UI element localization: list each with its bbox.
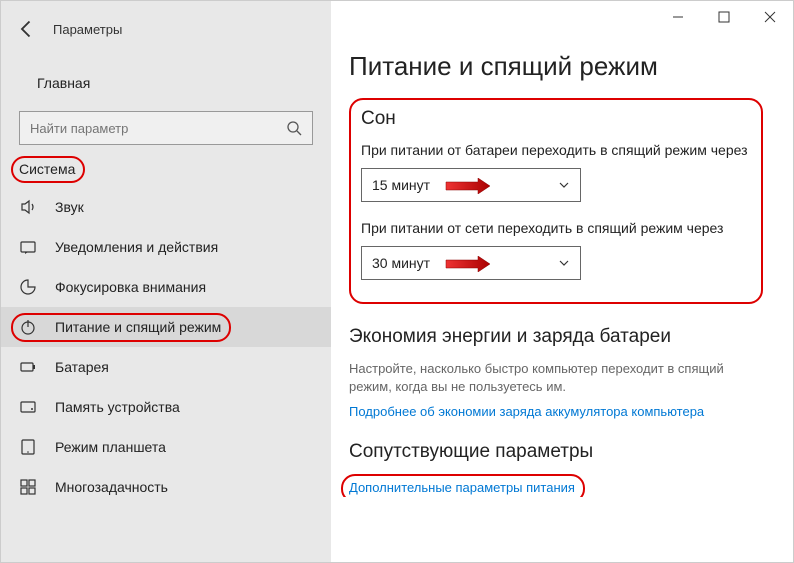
search-input[interactable] xyxy=(30,121,286,136)
storage-icon xyxy=(19,398,37,416)
power-icon xyxy=(19,318,37,336)
plugged-sleep-value: 30 минут xyxy=(372,255,430,271)
related-heading: Сопутствующие параметры xyxy=(349,441,763,463)
notifications-icon xyxy=(19,238,37,256)
nav-item-label: Питание и спящий режим xyxy=(55,319,221,335)
nav-item-label: Фокусировка внимания xyxy=(55,279,206,295)
app-title: Параметры xyxy=(53,22,122,37)
tablet-icon xyxy=(19,438,37,456)
search-box[interactable] xyxy=(19,111,313,145)
close-button[interactable] xyxy=(747,1,793,33)
plugged-sleep-dropdown[interactable]: 30 минут xyxy=(361,246,581,280)
nav-item-tablet[interactable]: Режим планшета xyxy=(1,427,331,467)
category-label: Система xyxy=(19,161,75,177)
nav-item-label: Батарея xyxy=(55,359,109,375)
nav-item-storage[interactable]: Память устройства xyxy=(1,387,331,427)
battery-sleep-dropdown[interactable]: 15 минут xyxy=(361,168,581,202)
search-icon xyxy=(286,120,302,136)
sound-icon xyxy=(19,198,37,216)
annotation-arrow xyxy=(444,178,492,194)
economy-heading: Экономия энергии и заряда батареи xyxy=(349,326,763,348)
multitask-icon xyxy=(19,478,37,496)
chevron-down-icon xyxy=(558,257,570,269)
back-button[interactable] xyxy=(17,19,37,39)
nav-list: Звук Уведомления и действия Фокусировка вн… xyxy=(1,187,331,507)
chevron-down-icon xyxy=(558,179,570,191)
arrow-left-icon xyxy=(17,19,37,39)
home-label: Главная xyxy=(37,75,90,91)
home-nav[interactable]: Главная xyxy=(1,65,331,101)
sidebar: Параметры Главная Система Звук Уведомлени… xyxy=(1,1,331,562)
nav-item-sound[interactable]: Звук xyxy=(1,187,331,227)
sleep-section: Сон При питании от батареи переходить в … xyxy=(349,98,763,304)
economy-desc: Настройте, насколько быстро компьютер пе… xyxy=(349,360,763,396)
nav-item-label: Звук xyxy=(55,199,84,215)
battery-icon xyxy=(19,358,37,376)
nav-item-label: Многозадачность xyxy=(55,479,168,495)
battery-sleep-label: При питании от батареи переходить в спящ… xyxy=(361,142,751,158)
annotation-arrow xyxy=(444,256,492,272)
minimize-icon xyxy=(672,11,684,23)
minimize-button[interactable] xyxy=(655,1,701,33)
sleep-heading: Сон xyxy=(361,108,751,130)
main-panel: Питание и спящий режим Сон При питании о… xyxy=(331,1,793,562)
nav-item-battery[interactable]: Батарея xyxy=(1,347,331,387)
nav-item-focus[interactable]: Фокусировка внимания xyxy=(1,267,331,307)
focus-icon xyxy=(19,278,37,296)
battery-sleep-value: 15 минут xyxy=(372,177,430,193)
maximize-icon xyxy=(718,11,730,23)
nav-item-notifications[interactable]: Уведомления и действия xyxy=(1,227,331,267)
plugged-sleep-label: При питании от сети переходить в спящий … xyxy=(361,220,751,236)
page-title: Питание и спящий режим xyxy=(349,51,763,82)
maximize-button[interactable] xyxy=(701,1,747,33)
nav-item-power[interactable]: Питание и спящий режим xyxy=(1,307,331,347)
nav-item-label: Режим планшета xyxy=(55,439,166,455)
nav-item-multitask[interactable]: Многозадачность xyxy=(1,467,331,507)
related-link[interactable]: Дополнительные параметры питания xyxy=(349,480,575,495)
economy-link[interactable]: Подробнее об экономии заряда аккумулятор… xyxy=(349,404,763,419)
titlebar: Параметры xyxy=(1,11,331,47)
nav-item-label: Память устройства xyxy=(55,399,180,415)
window-controls xyxy=(655,1,793,33)
nav-item-label: Уведомления и действия xyxy=(55,239,218,255)
content: Питание и спящий режим Сон При питании о… xyxy=(331,1,793,497)
close-icon xyxy=(764,11,776,23)
